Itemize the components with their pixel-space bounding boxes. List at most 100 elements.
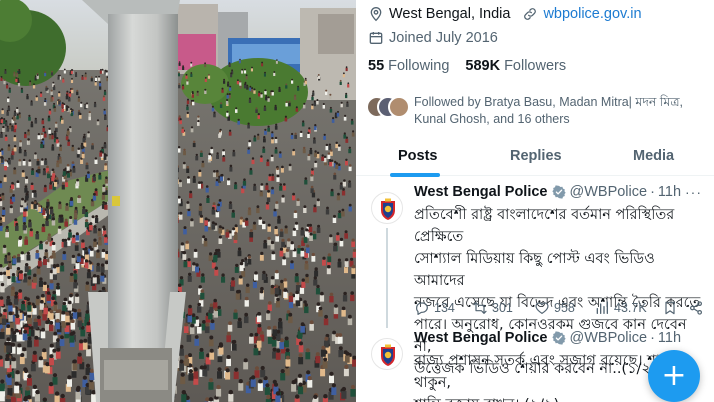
crowd-person — [249, 336, 254, 344]
crowd-person-head — [257, 336, 262, 341]
crowd-person-head — [82, 375, 87, 380]
crowd-person-head — [323, 155, 327, 158]
crowd-person-head — [6, 324, 11, 328]
tweet-author-handle[interactable]: @WBPolice — [570, 184, 648, 200]
more-options-icon[interactable]: ··· — [685, 184, 702, 200]
crowd-person-head — [285, 355, 290, 360]
crowd-person-head — [77, 352, 82, 357]
crowd-person — [62, 254, 67, 260]
crowd-person-head — [204, 217, 208, 221]
crowd-person — [53, 86, 56, 91]
profile-website-link[interactable]: wbpolice.gov.in — [543, 6, 641, 22]
crowd-person — [259, 191, 263, 197]
crowd-person-head — [60, 115, 63, 118]
crowd-person-head — [15, 222, 19, 226]
crowd-person — [179, 363, 184, 371]
crowd-person-head — [66, 163, 70, 167]
crowd-person-head — [279, 151, 282, 154]
crowd-person — [24, 266, 29, 273]
crowd-person — [1, 318, 7, 325]
crowd-person — [85, 104, 89, 108]
tweet-author-name[interactable]: West Bengal Police — [414, 330, 548, 346]
crowd-person — [321, 156, 325, 161]
crowd-person-head — [17, 343, 22, 348]
crowd-person — [218, 228, 223, 234]
crowd-person — [5, 231, 9, 238]
tweet-timestamp[interactable]: 11h — [658, 330, 681, 346]
tweet[interactable]: West Bengal Police @WBPolice · 11h ··· প… — [356, 184, 714, 377]
crowd-person — [37, 135, 41, 140]
tweet-avatar[interactable] — [371, 192, 403, 224]
tweet-avatar[interactable] — [371, 338, 403, 370]
followers-label[interactable]: Followers — [504, 58, 566, 74]
repost-button[interactable]: 301 — [472, 300, 513, 316]
tweet-author-handle[interactable]: @WBPolice — [570, 330, 648, 346]
following-count[interactable]: 55 — [368, 58, 384, 74]
crowd-person — [300, 250, 305, 257]
crowd-person-head — [62, 182, 65, 185]
crowd-person-head — [25, 386, 30, 391]
crowd-person — [234, 184, 238, 190]
tweet-timestamp[interactable]: 11h — [658, 184, 681, 200]
crowd-person-head — [63, 68, 66, 71]
tab-replies[interactable]: Replies — [510, 148, 562, 164]
crowd-person-head — [335, 141, 338, 144]
crowd-person-head — [69, 91, 72, 94]
followed-by-avatars — [366, 94, 412, 120]
crowd-person-head — [204, 237, 208, 242]
crowd-person-head — [208, 378, 214, 383]
crowd-person — [26, 378, 32, 386]
crowd-person — [94, 159, 98, 164]
crowd-person-head — [20, 251, 24, 255]
crowd-person-head — [42, 207, 45, 211]
crowd-person — [204, 78, 207, 82]
crowd-person — [187, 275, 192, 282]
crowd-person — [27, 305, 32, 312]
crowd-person-head — [267, 223, 271, 227]
crowd-person — [186, 81, 189, 85]
crowd-person — [264, 91, 267, 95]
like-button[interactable]: 958 — [534, 300, 575, 316]
crowd-person-head — [77, 96, 80, 99]
crowd-person — [8, 315, 13, 322]
crowd-person-head — [20, 87, 23, 90]
crowd-person-head — [304, 303, 309, 307]
share-button[interactable] — [688, 300, 708, 316]
bookmark-button[interactable] — [662, 300, 682, 316]
tab-media[interactable]: Media — [633, 148, 674, 164]
crowd-person — [71, 89, 74, 94]
crowd-person — [87, 133, 90, 138]
crowd-person — [36, 161, 40, 166]
crowd-person — [186, 334, 192, 342]
following-label[interactable]: Following — [388, 58, 449, 74]
crowd-person-head — [237, 79, 239, 82]
crowd-person-head — [270, 154, 274, 157]
views-button[interactable]: 43.7K — [594, 300, 647, 316]
crowd-person-head — [216, 152, 219, 155]
followers-count[interactable]: 589K — [465, 58, 500, 74]
crowd-person — [103, 144, 107, 149]
crowd-person — [182, 164, 186, 169]
crowd-person — [55, 322, 60, 330]
crowd-person-head — [253, 88, 256, 91]
tweet-author-name[interactable]: West Bengal Police — [414, 184, 548, 200]
tab-posts[interactable]: Posts — [398, 148, 438, 164]
crowd-person-head — [179, 359, 184, 364]
crowd-person-head — [95, 215, 99, 218]
crowd-person — [48, 386, 54, 394]
crowd-person — [322, 361, 328, 369]
crowd-person-head — [216, 384, 221, 390]
followed-by[interactable]: Followed by Bratya Basu, Madan Mitra| মদ… — [366, 94, 706, 128]
reply-button[interactable]: 134 — [414, 300, 455, 316]
crowd-person — [104, 165, 108, 170]
crowd-person-head — [71, 144, 75, 148]
crowd-person — [104, 116, 107, 120]
crowd-person-head — [37, 166, 41, 169]
crowd-person — [331, 387, 337, 395]
crowd-person-head — [13, 71, 16, 74]
crowd-person-head — [41, 118, 44, 121]
compose-button[interactable]: + — [648, 350, 700, 402]
crowd-person — [320, 368, 326, 377]
crowd-person — [346, 103, 349, 107]
crowd-person — [350, 389, 356, 397]
